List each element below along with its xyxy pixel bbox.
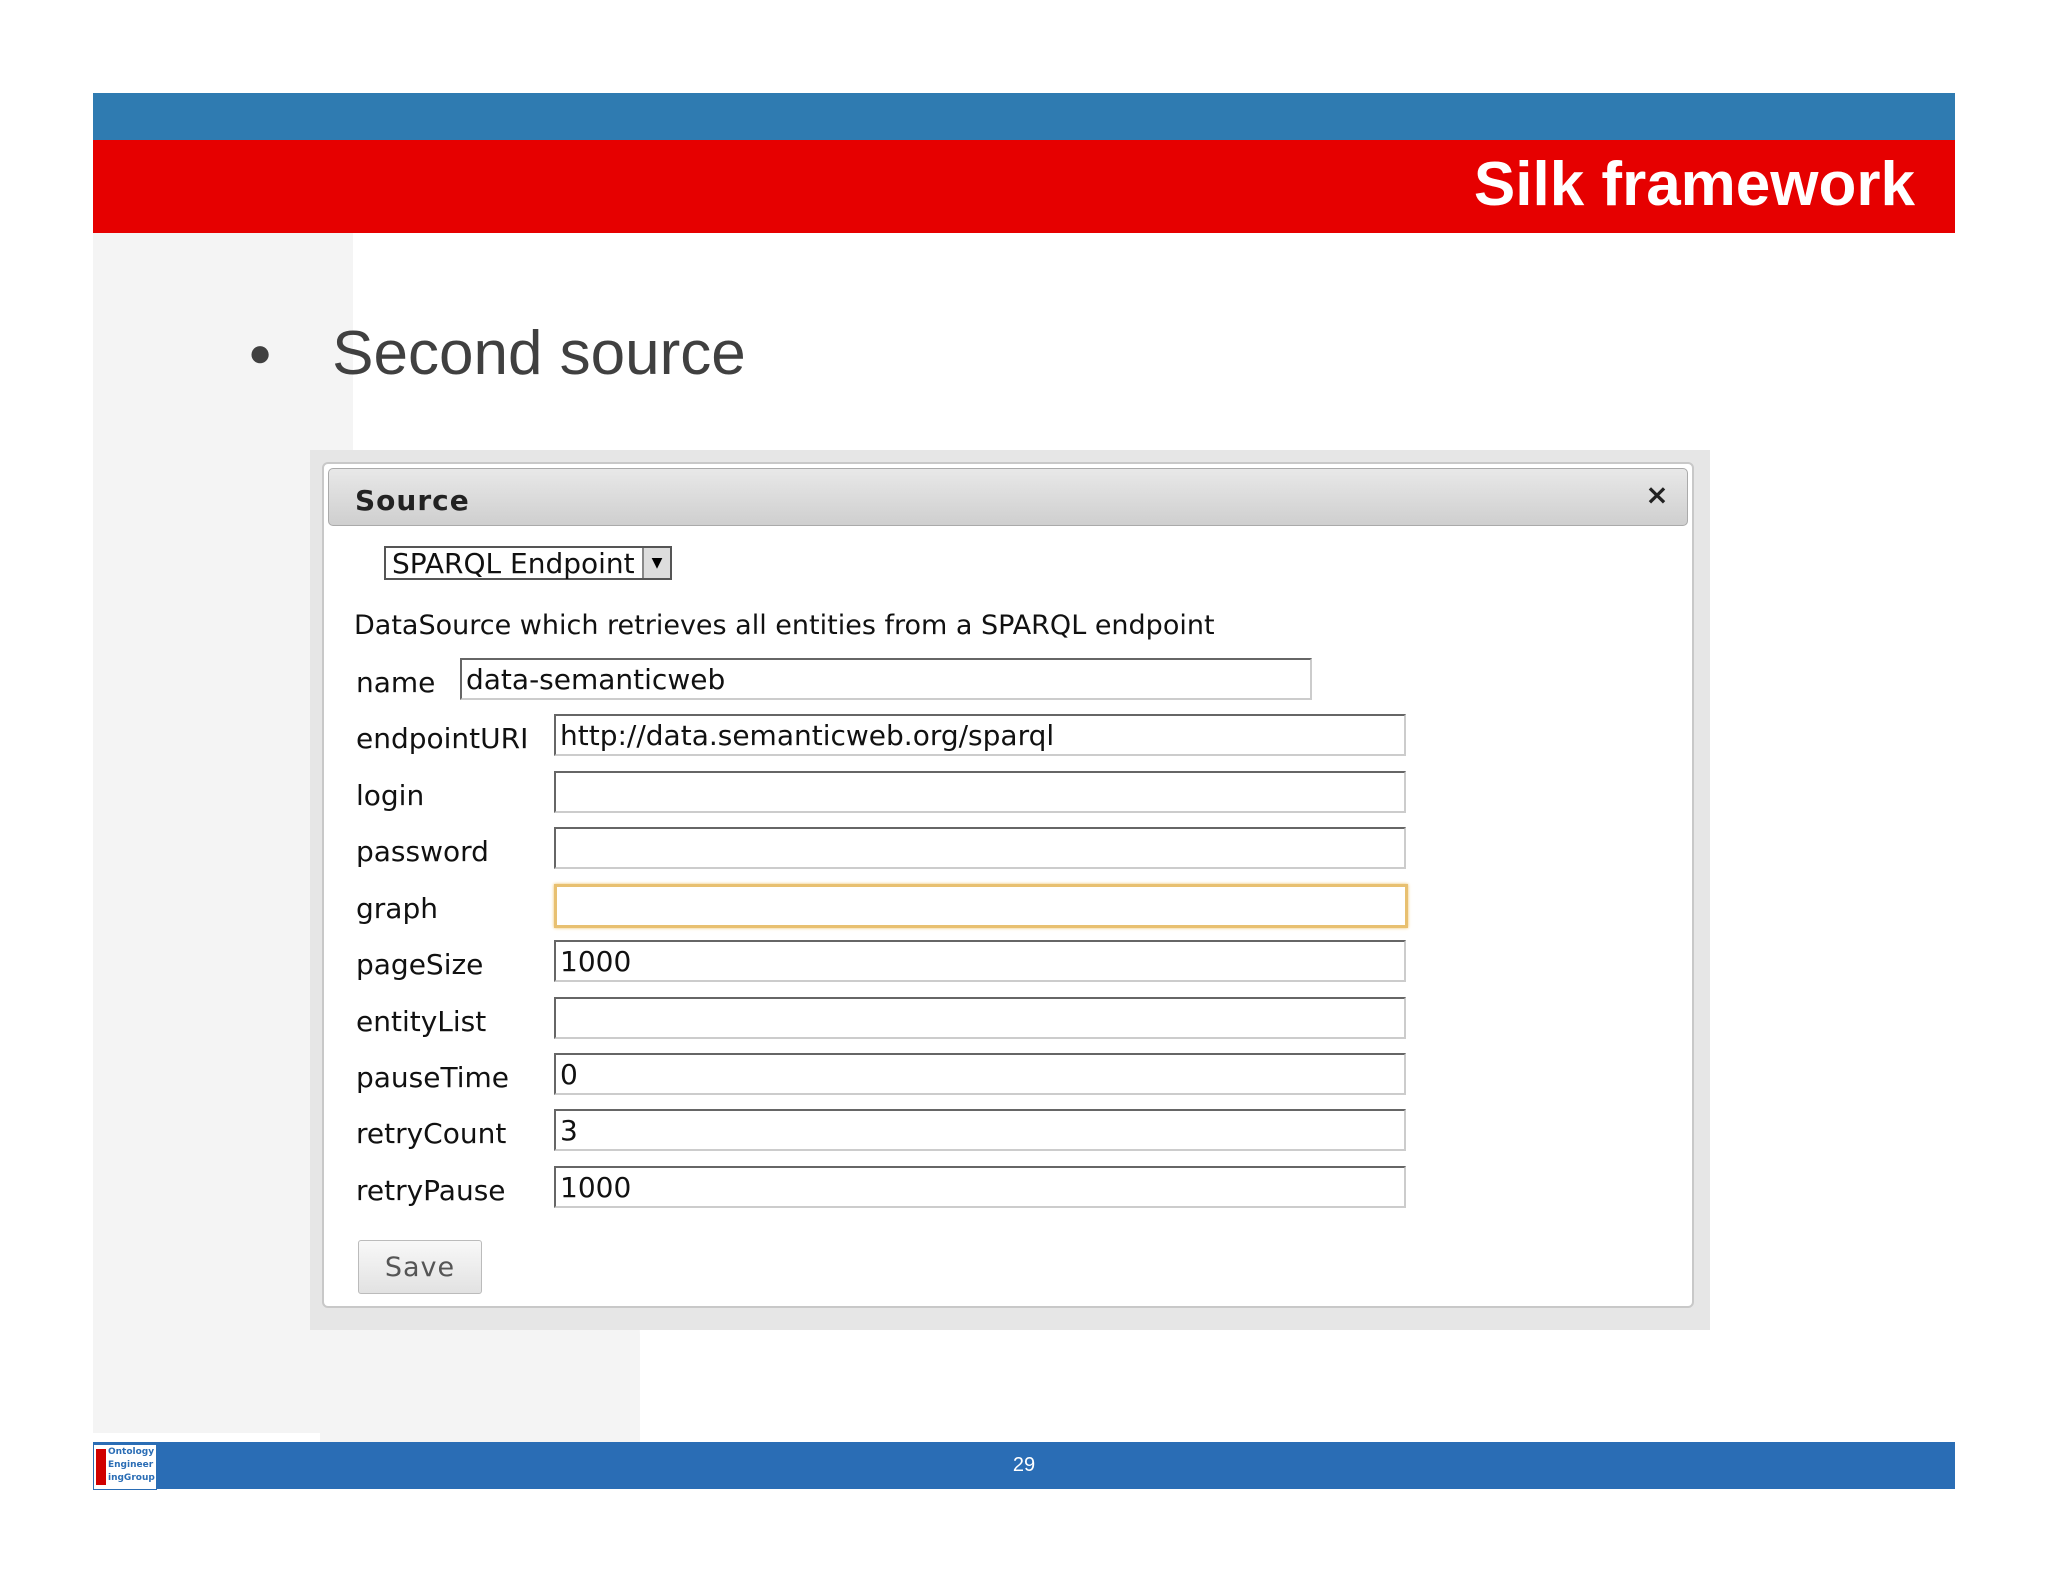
logo-stripe (96, 1449, 106, 1485)
field-label-retrypause: retryPause (356, 1174, 506, 1207)
chevron-down-icon[interactable]: ▼ (642, 548, 670, 578)
endpointuri-field[interactable] (554, 714, 1406, 756)
password-field[interactable] (554, 827, 1406, 869)
header-bar: Silk framework (93, 140, 1955, 233)
pagesize-field[interactable] (554, 940, 1406, 982)
source-dialog: Source × SPARQL Endpoint ▼ DataSource wh… (322, 462, 1694, 1308)
field-label-login: login (356, 779, 425, 812)
slide-title: Silk framework (1473, 150, 1915, 219)
graph-field[interactable] (554, 884, 1408, 928)
slide: Silk framework ● Second source Source × … (0, 0, 2048, 1582)
logo-line: ingGroup (108, 1473, 155, 1483)
bullet-text: Second source (332, 319, 746, 388)
dialog-header: Source × (328, 468, 1688, 526)
field-label-name: name (356, 666, 436, 699)
name-field[interactable] (460, 658, 1312, 700)
field-label-password: password (356, 835, 489, 868)
footer-bar: 29 (93, 1442, 1955, 1489)
login-field[interactable] (554, 771, 1406, 813)
header-blue-stripe (93, 93, 1955, 140)
field-label-endpointuri: endpointURI (356, 722, 529, 755)
field-label-retrycount: retryCount (356, 1117, 507, 1150)
close-icon[interactable]: × (1639, 477, 1675, 513)
logo-text: Ontology Engineer ingGroup (108, 1446, 155, 1485)
oeg-logo: Ontology Engineer ingGroup (93, 1444, 157, 1490)
retrypause-field[interactable] (554, 1166, 1406, 1208)
field-label-pagesize: pageSize (356, 948, 484, 981)
logo-line: Engineer (108, 1460, 154, 1470)
entitylist-field[interactable] (554, 997, 1406, 1039)
datasource-description: DataSource which retrieves all entities … (354, 610, 1215, 641)
field-label-pausetime: pauseTime (356, 1061, 510, 1094)
field-label-graph: graph (356, 892, 438, 925)
retrycount-field[interactable] (554, 1109, 1406, 1151)
logo-line: Ontology (108, 1447, 155, 1457)
datasource-type-select[interactable]: SPARQL Endpoint ▼ (384, 546, 672, 580)
datasource-type-value: SPARQL Endpoint (392, 546, 635, 580)
bullet-item: ● Second source (248, 318, 746, 389)
save-button[interactable]: Save (358, 1240, 482, 1294)
bullet-icon: ● (248, 331, 273, 375)
screenshot-frame: Source × SPARQL Endpoint ▼ DataSource wh… (310, 450, 1710, 1330)
field-label-entitylist: entityList (356, 1005, 487, 1038)
pausetime-field[interactable] (554, 1053, 1406, 1095)
page-number: 29 (1012, 1454, 1036, 1476)
background-circle (93, 780, 343, 1040)
dialog-title: Source (355, 484, 470, 517)
